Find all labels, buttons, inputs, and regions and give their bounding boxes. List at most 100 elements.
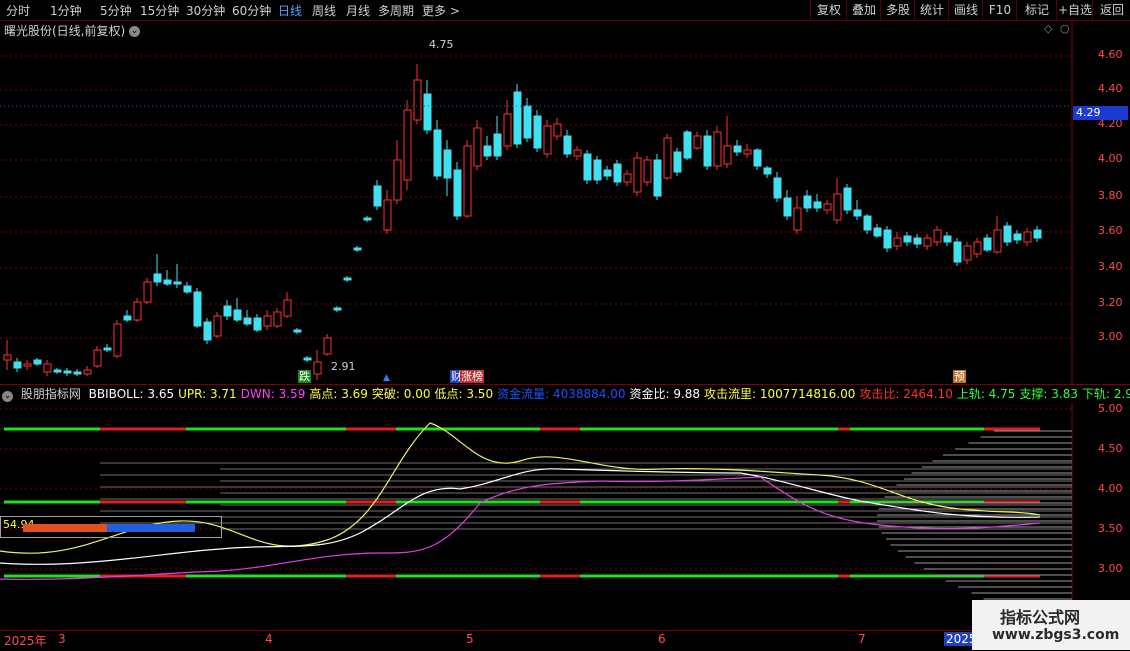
overlay-button[interactable]: 叠加 [846,0,881,20]
candle-body [833,193,842,221]
indicator-axis-label: 5.00 [1098,402,1123,415]
settings-icon[interactable]: ○ [1060,22,1070,35]
price-axis-label: 4.40 [1098,82,1123,95]
add-watchlist-button[interactable]: +自选 [1056,0,1093,20]
high-price-label: 4.75 [429,38,454,51]
period-tab-1min[interactable]: 1分钟 [50,2,82,19]
indicator-value-8: 攻击流里: 1007714816.00 [704,387,856,401]
signal-zhangbang[interactable]: 涨榜 [460,370,484,383]
indicator-name[interactable]: 股朋指标网 [21,387,81,401]
period-tab-30min[interactable]: 30分钟 [186,2,225,19]
candle-body [423,93,432,131]
period-tab-monthly[interactable]: 月线 [346,2,370,19]
price-axis-label: 3.60 [1098,224,1123,237]
candle-body [493,133,502,157]
gauge-blue-bar [107,524,195,532]
candle-body [253,317,262,331]
period-tab-weekly[interactable]: 周线 [312,2,336,19]
draw-line-button[interactable]: 画线 [948,0,983,20]
candle-body [813,201,822,209]
candle-body [263,315,272,327]
mark-button[interactable]: 标记 [1016,0,1057,20]
period-tab-multi[interactable]: 多周期 [378,2,414,19]
candle-body [943,235,952,243]
candle-body [893,237,902,247]
period-tab-60min[interactable]: 60分钟 [232,2,271,19]
period-tab-more[interactable]: 更多 > [422,2,460,19]
candle-body [23,363,32,367]
candle-body [773,177,782,199]
candle-body [303,357,312,361]
candle-body [613,163,622,183]
period-tab-5min[interactable]: 5分钟 [100,2,132,19]
candlestick-chart[interactable]: ◇ ○ [0,20,1130,384]
current-price-badge: 4.29 [1073,106,1128,120]
date-label-6: 6 [658,632,666,646]
candle-body [993,229,1002,253]
indicator-value-10: 上轨: 4.75 [956,387,1016,401]
candle-body [443,149,452,179]
fuquan-button[interactable]: 复权 [810,0,847,20]
candle-body [643,159,652,183]
stats-button[interactable]: 统计 [914,0,949,20]
candle-body [723,145,732,165]
candle-body [553,123,562,137]
candle-body [673,151,682,173]
indicator-axis-label: 3.00 [1098,562,1123,575]
candle-body [713,131,722,167]
candle-body [923,237,932,247]
signal-yu[interactable]: 预 [953,370,966,383]
candle-body [1013,233,1022,241]
gauge-box: 54.94 [0,516,222,538]
candle-body [343,277,352,281]
period-tab-15min[interactable]: 15分钟 [140,2,179,19]
candle-body [33,359,42,365]
indicator-axis-label: 4.50 [1098,442,1123,455]
candle-body [783,197,792,217]
candle-body [3,354,12,361]
period-tab-daily[interactable]: 日线 [278,2,302,19]
date-label-7: 7 [858,632,866,646]
diamond-icon[interactable]: ◇ [1044,22,1053,35]
candle-body [193,291,202,327]
candle-body [863,215,872,231]
candle-body [663,137,672,179]
indicator-value-7: 资金比: 9.88 [629,387,701,401]
f10-button[interactable]: F10 [982,0,1017,20]
back-button[interactable]: 返回 [1092,0,1130,20]
gauge-red-bar [23,524,107,532]
signal-die[interactable]: 跌 [298,370,311,383]
candle-body [333,307,342,311]
candle-body [513,91,522,145]
candle-body [133,301,142,321]
candle-body [913,237,922,245]
price-grid [0,55,1072,339]
candle-body [733,145,742,153]
candle-body [683,131,692,159]
candle-body [93,349,102,367]
candle-body [173,281,182,285]
indicator-close-icon[interactable]: ⌄ [2,391,13,402]
watermark-title: 指标公式网 [1000,608,1081,627]
indicator-axis-label: 4.00 [1098,482,1123,495]
indicator-value-6: 资金流量: 4038884.00 [497,387,626,401]
candles [3,64,1042,380]
candle-body [273,311,282,327]
candle-body [163,279,172,285]
indicator-value-9: 攻击比: 2464.10 [859,387,953,401]
date-label-5: 5 [466,632,474,646]
candle-body [853,209,862,217]
multi-stock-button[interactable]: 多股 [880,0,915,20]
price-axis-label: 3.20 [1098,296,1123,309]
period-toolbar: 分时 1分钟 5分钟 15分钟 30分钟 60分钟 日线 周线 月线 多周期 更… [0,0,1130,21]
candle-body [223,305,232,317]
candle-body [353,247,362,251]
candle-body [453,169,462,217]
candle-body [583,153,592,181]
candle-body [103,347,112,351]
indicator-header: ⌄ 股朋指标网 BBIBOLL: 3.65 UPR: 3.71 DWN: 3.59 高… [0,384,1130,403]
period-tab-fenshi[interactable]: 分时 [6,2,30,19]
candle-body [73,371,82,375]
indicator-value-0: BBIBOLL: 3.65 [88,387,175,401]
candle-body [53,369,62,373]
